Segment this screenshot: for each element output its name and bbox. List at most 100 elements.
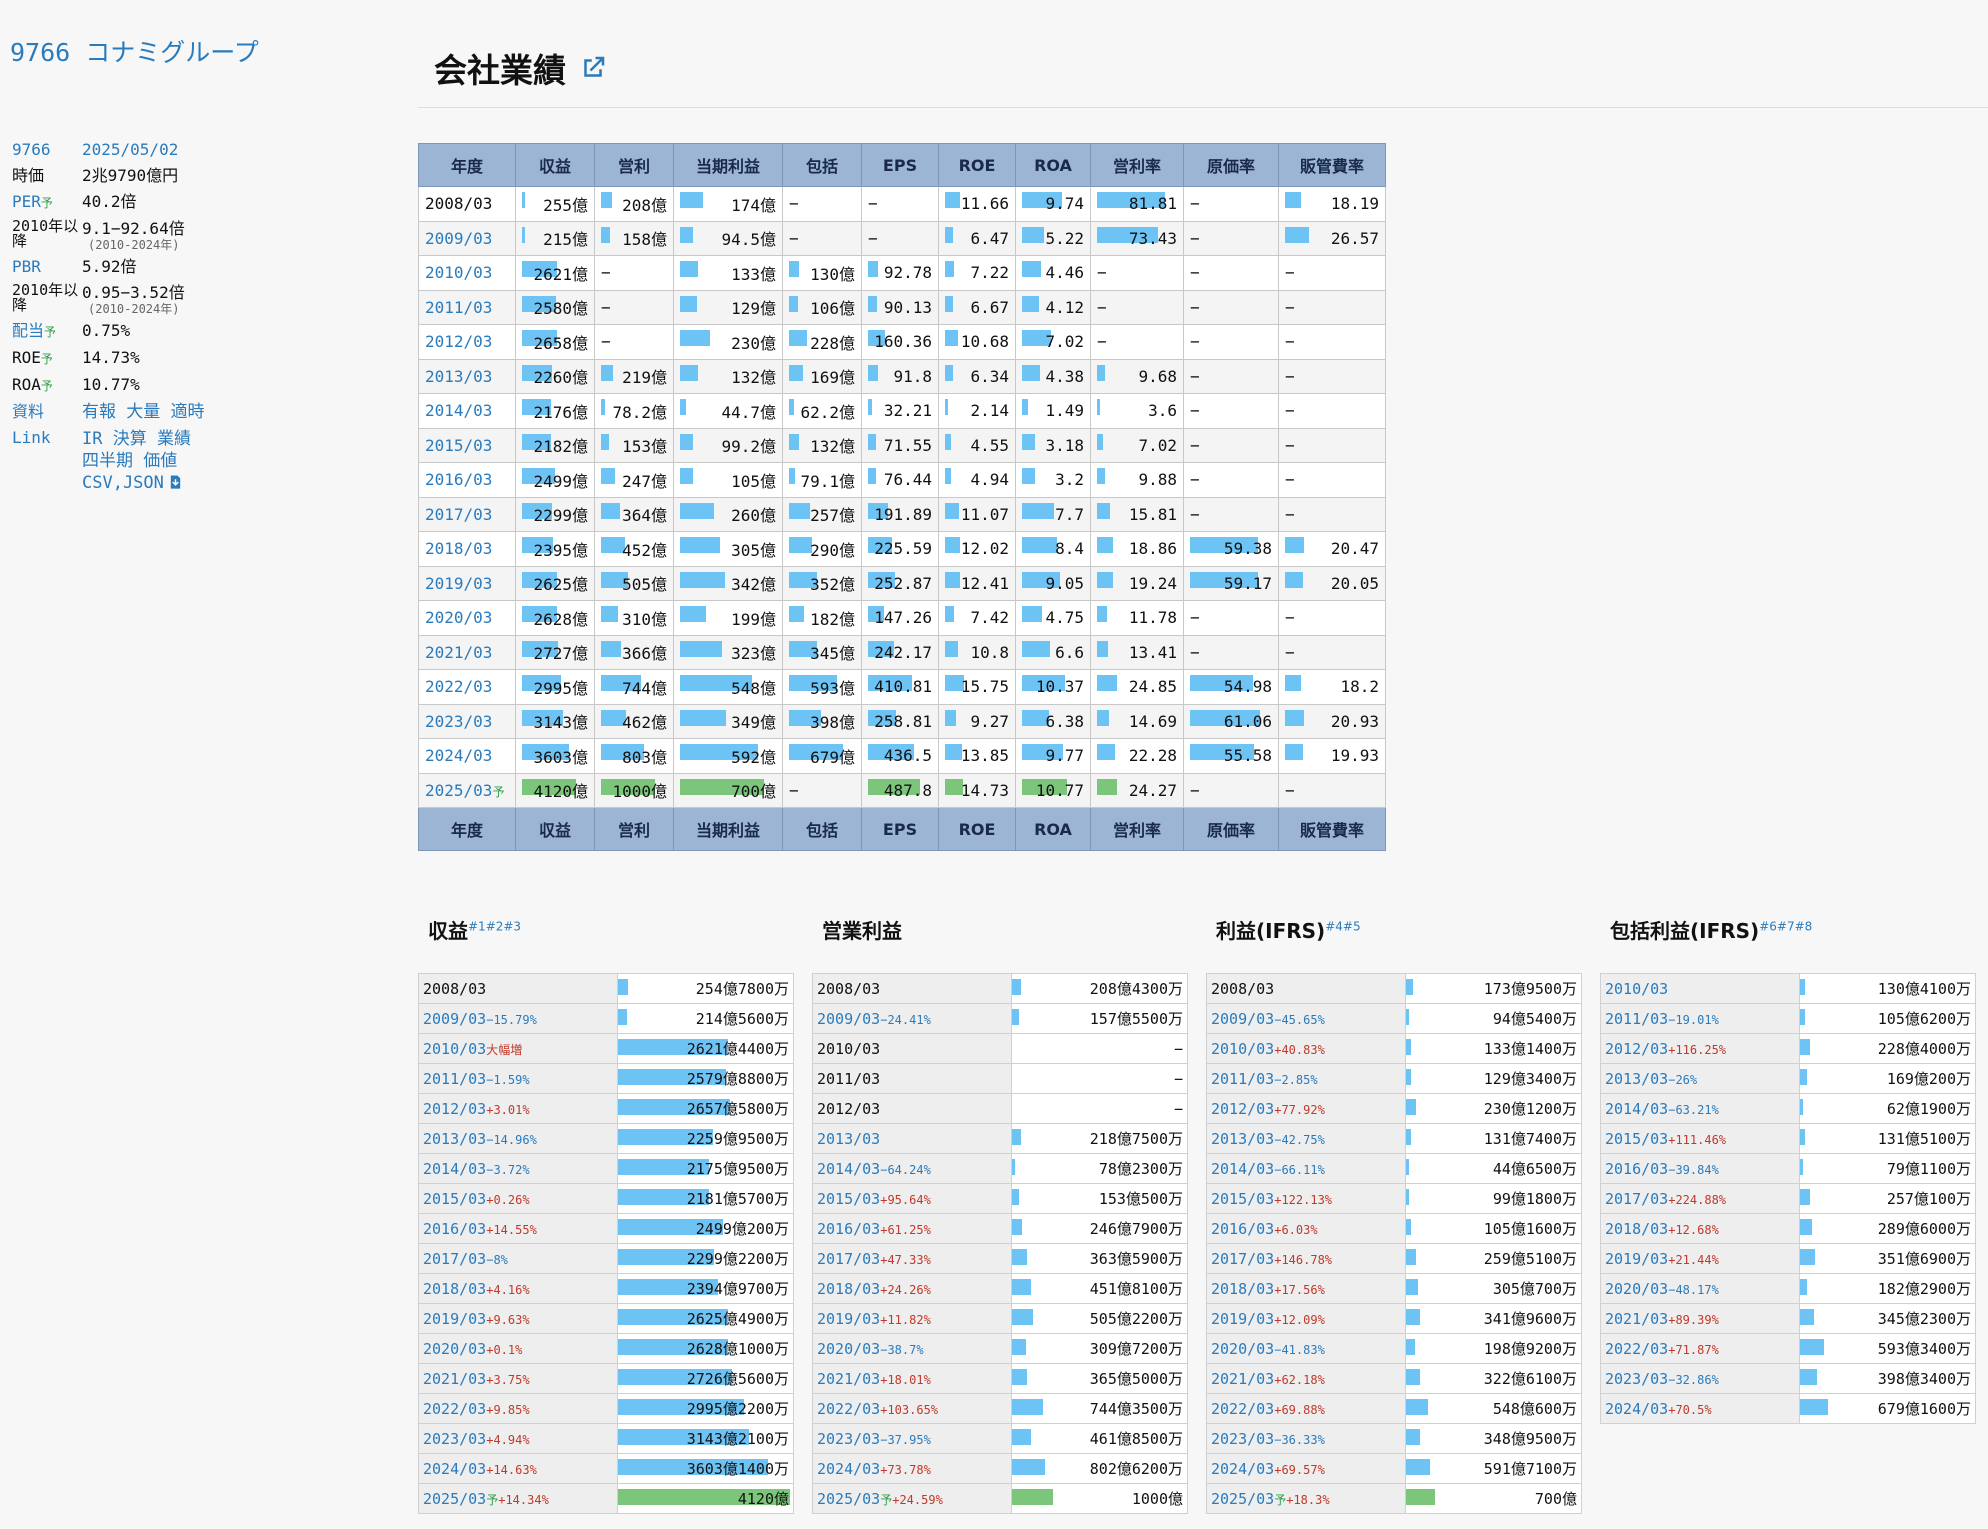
mini-year[interactable]: 2018/03 — [423, 1280, 486, 1298]
mini-year[interactable]: 2017/03 — [423, 1250, 486, 1268]
year-cell[interactable]: 2018/03 — [418, 531, 516, 567]
mini-year[interactable]: 2010/03 — [423, 1040, 486, 1058]
mini-year[interactable]: 2016/03 — [1605, 1160, 1668, 1178]
year-cell[interactable]: 2023/03 — [418, 703, 516, 739]
mini-year[interactable]: 2015/03 — [423, 1190, 486, 1208]
mini-year[interactable]: 2024/03 — [817, 1460, 880, 1478]
mini-year[interactable]: 2022/03 — [1211, 1400, 1274, 1418]
year-cell[interactable]: 2014/03 — [418, 393, 516, 429]
year-cell[interactable]: 2019/03 — [418, 565, 516, 601]
year-cell[interactable]: 2022/03 — [418, 669, 516, 705]
ext-link[interactable]: 価値 — [143, 451, 177, 471]
mini-year[interactable]: 2018/03 — [817, 1280, 880, 1298]
mini-year[interactable]: 2023/03 — [1211, 1430, 1274, 1448]
mini-year[interactable]: 2009/03 — [817, 1010, 880, 1028]
year-cell[interactable]: 2010/03 — [418, 255, 516, 291]
mini-year[interactable]: 2011/03 — [1211, 1070, 1274, 1088]
mini-year[interactable]: 2023/03 — [423, 1430, 486, 1448]
mini-year[interactable]: 2013/03 — [1605, 1070, 1668, 1088]
side-key[interactable]: PBR — [12, 257, 82, 277]
footnote-links[interactable]: #1#2#3 — [468, 919, 521, 933]
mini-year[interactable]: 2015/03 — [1211, 1190, 1274, 1208]
company-title-text[interactable]: 9766 コナミグループ — [10, 38, 259, 67]
mini-year[interactable]: 2024/03 — [1605, 1400, 1668, 1418]
mini-year[interactable]: 2012/03 — [1211, 1100, 1274, 1118]
stock-date[interactable]: 2025/05/02 — [82, 140, 178, 160]
mini-year[interactable]: 2022/03 — [1605, 1340, 1668, 1358]
download-icon[interactable] — [168, 474, 183, 490]
mini-year[interactable]: 2019/03 — [817, 1310, 880, 1328]
mini-year[interactable]: 2020/03 — [423, 1340, 486, 1358]
mini-year[interactable]: 2021/03 — [1211, 1370, 1274, 1388]
ext-link[interactable]: CSV,JSON — [82, 473, 164, 493]
mini-year[interactable]: 2023/03 — [817, 1430, 880, 1448]
ext-link[interactable]: 業績 — [157, 429, 191, 449]
ext-link[interactable]: IR — [82, 429, 102, 449]
mini-year[interactable]: 2014/03 — [1211, 1160, 1274, 1178]
mini-year[interactable]: 2011/03 — [1605, 1010, 1668, 1028]
mini-year[interactable]: 2016/03 — [423, 1220, 486, 1238]
mini-year[interactable]: 2021/03 — [817, 1370, 880, 1388]
year-cell[interactable]: 2011/03 — [418, 289, 516, 325]
mini-year[interactable]: 2015/03 — [817, 1190, 880, 1208]
mini-year[interactable]: 2023/03 — [1605, 1370, 1668, 1388]
mini-year[interactable]: 2014/03 — [817, 1160, 880, 1178]
year-cell[interactable]: 2013/03 — [418, 358, 516, 394]
mini-year[interactable]: 2012/03 — [423, 1100, 486, 1118]
mini-year[interactable]: 2011/03 — [423, 1070, 486, 1088]
mini-year[interactable]: 2025/03 — [817, 1490, 880, 1508]
doc-link[interactable]: 大量 — [126, 402, 160, 422]
ext-link[interactable]: 決算 — [113, 429, 147, 449]
mini-year[interactable]: 2024/03 — [1211, 1460, 1274, 1478]
doc-link[interactable]: 適時 — [171, 402, 205, 422]
mini-year[interactable]: 2019/03 — [1605, 1250, 1668, 1268]
mini-year[interactable]: 2012/03 — [1605, 1040, 1668, 1058]
mini-year[interactable]: 2013/03 — [817, 1130, 880, 1148]
footnote-links[interactable]: #6#7#8 — [1759, 919, 1812, 933]
mini-year[interactable]: 2020/03 — [1605, 1280, 1668, 1298]
mini-year[interactable]: 2009/03 — [1211, 1010, 1274, 1028]
mini-year[interactable]: 2025/03 — [1211, 1490, 1274, 1508]
mini-year[interactable]: 2017/03 — [1211, 1250, 1274, 1268]
doc-link[interactable]: 有報 — [82, 402, 116, 422]
mini-year[interactable]: 2016/03 — [817, 1220, 880, 1238]
year-cell[interactable]: 2015/03 — [418, 427, 516, 463]
mini-year[interactable]: 2010/03 — [1605, 980, 1668, 998]
mini-year[interactable]: 2020/03 — [817, 1340, 880, 1358]
year-cell[interactable]: 2025/03予 — [418, 772, 516, 808]
year-cell[interactable]: 2021/03 — [418, 634, 516, 670]
stock-code[interactable]: 9766 — [12, 140, 82, 160]
year-cell[interactable]: 2020/03 — [418, 600, 516, 636]
mini-year[interactable]: 2018/03 — [1211, 1280, 1274, 1298]
mini-year[interactable]: 2010/03 — [1211, 1040, 1274, 1058]
side-key[interactable]: PER予 — [12, 192, 82, 213]
mini-year[interactable]: 2013/03 — [423, 1130, 486, 1148]
mini-year[interactable]: 2022/03 — [817, 1400, 880, 1418]
mini-year[interactable]: 2021/03 — [1605, 1310, 1668, 1328]
mini-year[interactable]: 2015/03 — [1605, 1130, 1668, 1148]
mini-year[interactable]: 2022/03 — [423, 1400, 486, 1418]
mini-year[interactable]: 2024/03 — [423, 1460, 486, 1478]
year-cell[interactable]: 2016/03 — [418, 462, 516, 498]
mini-year[interactable]: 2017/03 — [1605, 1190, 1668, 1208]
mini-year[interactable]: 2016/03 — [1211, 1220, 1274, 1238]
side-key[interactable]: 配当予 — [12, 321, 82, 342]
footnote-links[interactable]: #4#5 — [1325, 919, 1360, 933]
external-link-icon[interactable] — [578, 53, 608, 83]
mini-year[interactable]: 2018/03 — [1605, 1220, 1668, 1238]
mini-year[interactable]: 2009/03 — [423, 1010, 486, 1028]
year-cell[interactable]: 2012/03 — [418, 324, 516, 360]
year-cell[interactable]: 2017/03 — [418, 496, 516, 532]
mini-year[interactable]: 2025/03 — [423, 1490, 486, 1508]
mini-year[interactable]: 2013/03 — [1211, 1130, 1274, 1148]
year-cell[interactable]: 2024/03 — [418, 738, 516, 774]
mini-year[interactable]: 2019/03 — [423, 1310, 486, 1328]
mini-year[interactable]: 2014/03 — [1605, 1100, 1668, 1118]
mini-year[interactable]: 2014/03 — [423, 1160, 486, 1178]
mini-year[interactable]: 2017/03 — [817, 1250, 880, 1268]
company-title[interactable]: 9766 コナミグループ — [10, 33, 259, 69]
mini-year[interactable]: 2019/03 — [1211, 1310, 1274, 1328]
mini-year[interactable]: 2021/03 — [423, 1370, 486, 1388]
mini-year[interactable]: 2020/03 — [1211, 1340, 1274, 1358]
ext-link[interactable]: 四半期 — [82, 451, 133, 471]
